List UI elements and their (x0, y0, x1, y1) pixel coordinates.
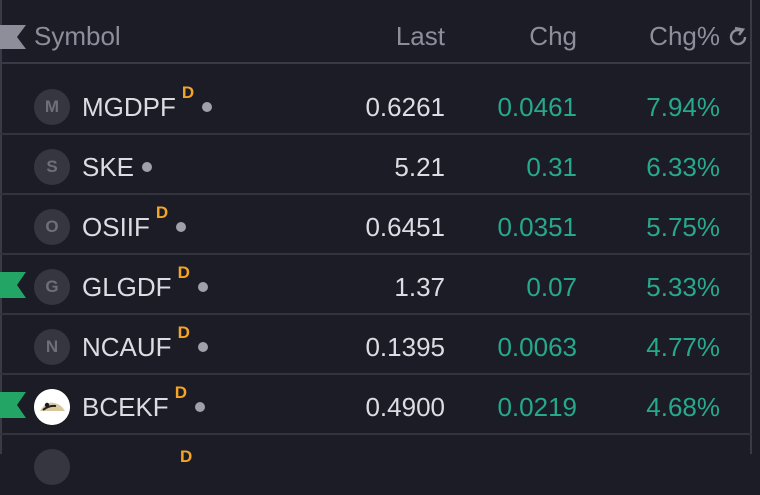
change-percent: 6.33% (646, 152, 720, 182)
last-price: 0.6451 (365, 212, 445, 242)
symbol-cell: SKE (82, 149, 153, 185)
last-price: 0.1395 (365, 332, 445, 362)
delayed-badge: D (177, 263, 190, 282)
change-value: 0.0063 (497, 332, 577, 362)
refresh-icon[interactable] (726, 25, 750, 49)
symbol-logo: M (34, 89, 70, 125)
symbol-cell: GLGDF D (82, 263, 208, 305)
market-status-dot (142, 162, 153, 173)
symbol-logo: G (34, 269, 70, 305)
symbol-cell: BCEKF D (82, 383, 205, 425)
last-price: 1.37 (394, 272, 445, 302)
column-header-last[interactable]: Last (396, 18, 445, 54)
delayed-badge: D (174, 383, 187, 402)
column-header-chg[interactable]: Chg (529, 18, 577, 54)
market-status-dot (197, 342, 208, 353)
change-value: 0.0219 (497, 392, 577, 422)
symbol-name[interactable]: SKE (82, 152, 134, 182)
symbol-name[interactable]: GLGDF (82, 272, 172, 302)
column-header-symbol[interactable]: Symbol (34, 18, 121, 54)
symbol-logo: S (34, 149, 70, 185)
delayed-badge: D (181, 83, 195, 102)
symbol-name[interactable]: BCEKF (82, 392, 169, 422)
table-row[interactable]: M MGDPF D 0.6261 0.0461 7.94% (0, 75, 752, 135)
market-status-dot (194, 402, 205, 413)
symbol-logo (34, 449, 70, 485)
table-row[interactable]: BCEKF D 0.4900 0.0219 4.68% (0, 375, 752, 435)
last-price: 0.4900 (365, 392, 445, 422)
last-price: 5.21 (394, 152, 445, 182)
flag-icon[interactable] (0, 272, 26, 298)
symbol-name[interactable]: MGDPF (82, 92, 176, 122)
table-row[interactable]: G GLGDF D 1.37 0.07 5.33% (0, 255, 752, 315)
market-status-dot (202, 102, 213, 113)
company-logo (34, 389, 70, 425)
company-logo-icon (34, 389, 70, 425)
flag-icon[interactable] (0, 25, 26, 49)
market-status-dot (176, 222, 187, 233)
change-value: 0.31 (526, 152, 577, 182)
change-value: 0.07 (526, 272, 577, 302)
delayed-badge: D (180, 447, 193, 466)
table-row[interactable]: S SKE 5.21 0.31 6.33% (0, 135, 752, 195)
symbol-logo: N (34, 329, 70, 365)
change-percent: 5.33% (646, 272, 720, 302)
change-percent: 4.68% (646, 392, 720, 422)
table-row-partial[interactable]: D (0, 435, 752, 495)
change-percent: 4.77% (646, 332, 720, 362)
symbol-cell: OSIIF D (82, 203, 187, 245)
flag-icon[interactable] (0, 392, 26, 418)
symbol-cell: NCAUF D (82, 323, 208, 365)
symbol-logo: O (34, 209, 70, 245)
column-header-chg-percent[interactable]: Chg% (649, 18, 720, 54)
change-percent: 5.75% (646, 212, 720, 242)
table-row[interactable]: N NCAUF D 0.1395 0.0063 4.77% (0, 315, 752, 375)
change-percent: 7.94% (646, 92, 720, 122)
delayed-badge: D (155, 203, 169, 222)
change-value: 0.0351 (497, 212, 577, 242)
table-row[interactable]: O OSIIF D 0.6451 0.0351 5.75% (0, 195, 752, 255)
symbol-cell: MGDPF D (82, 83, 213, 125)
symbol-name[interactable]: NCAUF (82, 332, 172, 362)
delayed-badge: D (177, 323, 190, 342)
watchlist-table: Symbol Last Chg Chg% M MGDPF D 0.6261 0.0… (0, 0, 752, 485)
symbol-name[interactable]: OSIIF (82, 212, 150, 242)
change-value: 0.0461 (497, 92, 577, 122)
market-status-dot (197, 282, 208, 293)
last-price: 0.6261 (365, 92, 445, 122)
table-header: Symbol Last Chg Chg% (0, 0, 752, 64)
